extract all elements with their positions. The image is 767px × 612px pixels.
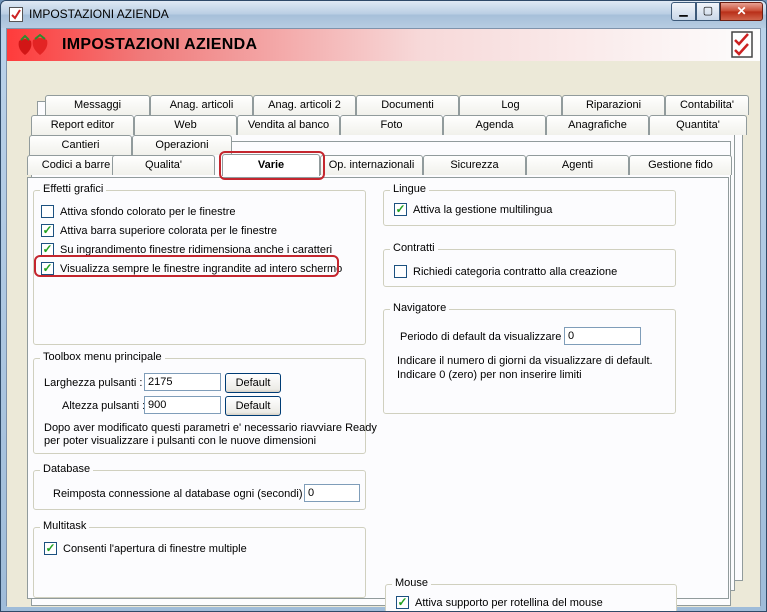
checkbox-label: Attiva supporto per rotellina del mouse xyxy=(415,596,603,609)
checkbox-sfondo-colorato[interactable]: Attiva sfondo colorato per le finestre xyxy=(41,205,235,218)
client-area: IMPOSTAZIONI AZIENDA Messaggi Anag. arti… xyxy=(6,28,761,611)
height-default-button[interactable]: Default xyxy=(225,396,281,416)
width-label: Larghezza pulsanti : xyxy=(44,377,143,389)
tab-op-internazionali[interactable]: Op. internazionali xyxy=(320,155,423,175)
navigatore-note: Indicare il numero di giorni da visualiz… xyxy=(397,355,653,367)
tab-vendita-al-banco[interactable]: Vendita al banco xyxy=(237,115,340,135)
maximize-button[interactable]: ▢ xyxy=(696,2,720,21)
checkbox-categoria-contratto[interactable]: Richiedi categoria contratto alla creazi… xyxy=(394,265,617,278)
database-label: Reimposta connessione al database ogni (… xyxy=(53,488,309,500)
checkbox-rotellina[interactable]: ✓ Attiva supporto per rotellina del mous… xyxy=(396,595,603,609)
checkbox-box[interactable]: ✓ xyxy=(394,202,407,216)
group-title: Contratti xyxy=(390,242,438,254)
tab-control: Messaggi Anag. articoli Anag. articoli 2… xyxy=(7,61,760,611)
tab-agenda[interactable]: Agenda xyxy=(443,115,546,135)
group-title: Lingue xyxy=(390,183,430,195)
tab-operazioni[interactable]: Operazioni xyxy=(132,135,232,155)
checkmark-icon: ✓ xyxy=(45,541,56,555)
header-title: IMPOSTAZIONI AZIENDA xyxy=(62,36,258,53)
tab-qualita[interactable]: Qualita' xyxy=(112,155,215,175)
periodo-input[interactable]: 0 xyxy=(564,327,641,345)
tab-anag-articoli-2[interactable]: Anag. articoli 2 xyxy=(253,95,356,115)
checkbox-barra-superiore[interactable]: ✓ Attiva barra superiore colorata per le… xyxy=(41,223,278,237)
group-multitask: Multitask ✓ Consenti l'apertura di fines… xyxy=(33,520,366,598)
group-effetti-grafici: Effetti grafici Attiva sfondo colorato p… xyxy=(33,183,366,345)
tab-anag-articoli[interactable]: Anag. articoli xyxy=(150,95,253,115)
checklist-icon xyxy=(9,7,23,22)
tab-foto[interactable]: Foto xyxy=(340,115,443,135)
navigatore-note: Indicare 0 (zero) per non inserire limit… xyxy=(397,369,582,381)
group-title: Effetti grafici xyxy=(40,183,107,195)
tab-log[interactable]: Log xyxy=(459,95,562,115)
width-input[interactable]: 2175 xyxy=(144,373,221,391)
periodo-label: Periodo di default da visualizzare : xyxy=(400,331,568,343)
tab-cantieri[interactable]: Cantieri xyxy=(29,135,132,155)
tab-agenti[interactable]: Agenti xyxy=(526,155,629,175)
window-title: IMPOSTAZIONI AZIENDA xyxy=(29,7,169,21)
checkbox-label: Su ingrandimento finestre ridimensiona a… xyxy=(60,243,333,256)
checkbox-box[interactable]: ✓ xyxy=(396,595,409,609)
checkbox-box[interactable]: ✓ xyxy=(44,541,57,555)
checkbox-label: Attiva la gestione multilingua xyxy=(413,203,553,216)
database-seconds-input[interactable]: 0 xyxy=(304,484,360,502)
group-lingue: Lingue ✓ Attiva la gestione multilingua xyxy=(383,183,676,226)
group-navigatore: Navigatore Periodo di default da visuali… xyxy=(383,302,676,414)
toolbox-note: per poter visualizzare i pulsanti con le… xyxy=(44,435,317,447)
checkbox-box[interactable] xyxy=(41,205,54,218)
minimize-button[interactable]: ▁ xyxy=(671,2,696,21)
checkbox-box[interactable] xyxy=(394,265,407,278)
tab-web[interactable]: Web xyxy=(134,115,237,135)
tab-contabilita[interactable]: Contabilita' xyxy=(665,95,749,115)
checkbox-box[interactable]: ✓ xyxy=(41,223,54,237)
width-default-button[interactable]: Default xyxy=(225,373,281,393)
header-banner: IMPOSTAZIONI AZIENDA xyxy=(7,29,760,61)
tab-quantita[interactable]: Quantita' xyxy=(649,115,747,135)
group-toolbox: Toolbox menu principale Larghezza pulsan… xyxy=(33,351,377,454)
toolbox-note: Dopo aver modificato questi parametri e'… xyxy=(44,422,377,434)
height-input[interactable]: 900 xyxy=(144,396,221,414)
group-database: Database Reimposta connessione al databa… xyxy=(33,463,366,510)
tab-anagrafiche[interactable]: Anagrafiche xyxy=(546,115,649,135)
tab-messaggi[interactable]: Messaggi xyxy=(45,95,150,115)
tab-riparazioni[interactable]: Riparazioni xyxy=(562,95,665,115)
checklist-icon xyxy=(731,31,753,58)
checkbox-label: Richiedi categoria contratto alla creazi… xyxy=(413,265,618,278)
tab-gestione-fido[interactable]: Gestione fido xyxy=(629,155,732,175)
checkmark-icon: ✓ xyxy=(42,223,53,237)
checkmark-icon: ✓ xyxy=(395,202,406,216)
checkmark-icon: ✓ xyxy=(397,595,408,609)
tab-page-varie: Effetti grafici Attiva sfondo colorato p… xyxy=(27,177,729,611)
group-title: Multitask xyxy=(40,520,90,532)
group-title: Toolbox menu principale xyxy=(40,351,165,363)
height-label: Altezza pulsanti : xyxy=(62,400,146,412)
tab-codici-a-barre[interactable]: Codici a barre xyxy=(27,155,125,175)
settings-window: IMPOSTAZIONI AZIENDA ▁ ▢ ✕ IMPOSTAZIONI … xyxy=(0,0,767,612)
tab-documenti[interactable]: Documenti xyxy=(356,95,459,115)
checkbox-label: Consenti l'apertura di finestre multiple xyxy=(63,542,247,555)
group-title: Database xyxy=(40,463,94,475)
highlight-annotation xyxy=(34,255,339,277)
close-button[interactable]: ✕ xyxy=(720,2,763,21)
highlight-annotation xyxy=(219,151,325,180)
group-contratti: Contratti Richiedi categoria contratto a… xyxy=(383,242,676,287)
group-mouse: Mouse ✓ Attiva supporto per rotellina de… xyxy=(385,577,677,611)
checkbox-multilingua[interactable]: ✓ Attiva la gestione multilingua xyxy=(394,202,553,216)
checkbox-finestre-multiple[interactable]: ✓ Consenti l'apertura di finestre multip… xyxy=(44,541,247,555)
group-title: Mouse xyxy=(392,577,432,589)
title-bar[interactable]: IMPOSTAZIONI AZIENDA ▁ ▢ ✕ xyxy=(1,1,766,28)
group-title: Navigatore xyxy=(390,302,450,314)
checkbox-label: Attiva barra superiore colorata per le f… xyxy=(60,224,278,237)
checkbox-label: Attiva sfondo colorato per le finestre xyxy=(60,205,236,218)
strawberry-logo-icon xyxy=(18,33,48,55)
tab-sicurezza[interactable]: Sicurezza xyxy=(423,155,526,175)
tab-report-editor[interactable]: Report editor xyxy=(31,115,134,135)
